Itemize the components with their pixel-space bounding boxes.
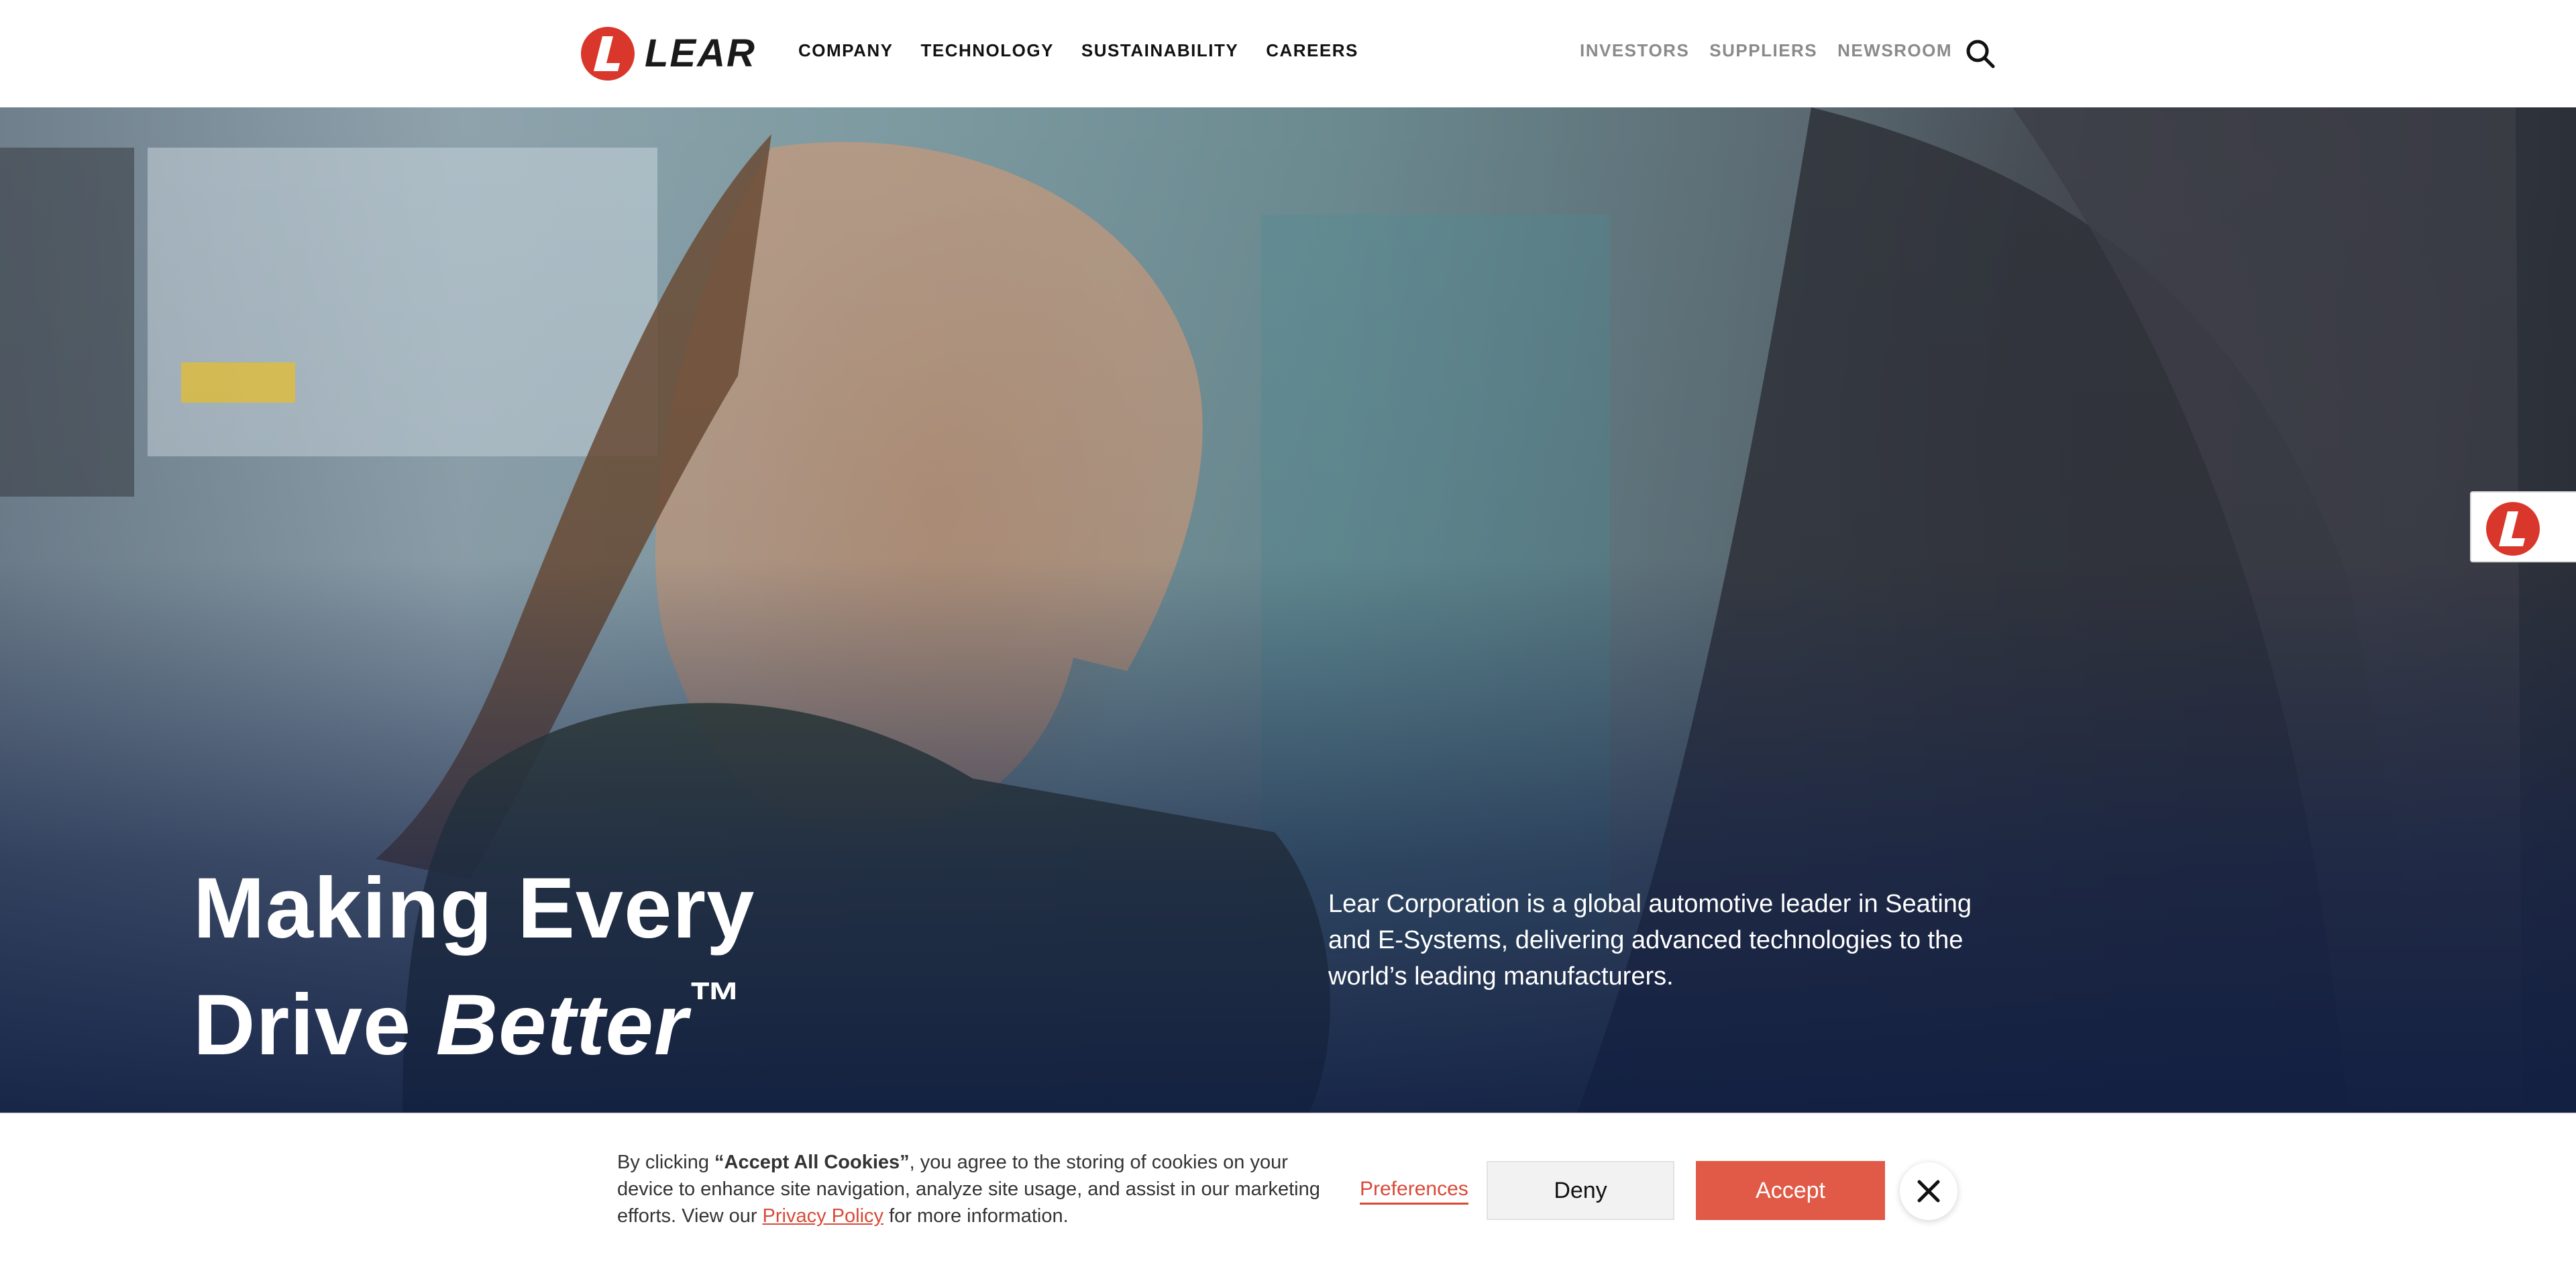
hero-title-line1: Making Every xyxy=(193,860,755,956)
nav-item-suppliers[interactable]: SUPPLIERS xyxy=(1709,40,1817,61)
preferences-link[interactable]: Preferences xyxy=(1360,1178,1468,1205)
hero-title-emphasis: Better xyxy=(435,977,688,1073)
utility-nav: INVESTORS SUPPLIERS NEWSROOM xyxy=(1580,40,1952,61)
hero-title: Making Every Drive Better™ xyxy=(193,862,755,1072)
cookie-message: By clicking “Accept All Cookies”, you ag… xyxy=(617,1149,1328,1229)
lear-badge-icon xyxy=(2486,502,2540,556)
search-icon xyxy=(1966,40,1995,68)
close-icon xyxy=(1917,1180,1940,1203)
lear-logo[interactable]: LEAR xyxy=(581,27,755,81)
cookie-text-bold: “Accept All Cookies” xyxy=(714,1152,910,1173)
cookie-text-end: for more information. xyxy=(883,1205,1069,1227)
cookie-consent-banner: By clicking “Accept All Cookies”, you ag… xyxy=(0,1113,2576,1263)
logo-wordmark: LEAR xyxy=(645,32,756,75)
deny-button[interactable]: Deny xyxy=(1487,1161,1674,1220)
side-floating-badge[interactable] xyxy=(2470,491,2576,562)
nav-item-sustainability[interactable]: SUSTAINABILITY xyxy=(1081,40,1238,61)
nav-item-investors[interactable]: INVESTORS xyxy=(1580,40,1689,61)
nav-item-newsroom[interactable]: NEWSROOM xyxy=(1837,40,1952,61)
site-header: LEAR COMPANY TECHNOLOGY SUSTAINABILITY C… xyxy=(0,0,2576,107)
search-button[interactable] xyxy=(1964,38,1996,70)
main-nav: COMPANY TECHNOLOGY SUSTAINABILITY CAREER… xyxy=(798,40,1358,61)
hero-title-line2-prefix: Drive xyxy=(193,977,436,1073)
nav-item-careers[interactable]: CAREERS xyxy=(1266,40,1358,61)
nav-item-technology[interactable]: TECHNOLOGY xyxy=(920,40,1053,61)
close-cookie-button[interactable] xyxy=(1900,1162,1957,1220)
cookie-text-before: By clicking xyxy=(617,1152,715,1173)
accept-button[interactable]: Accept xyxy=(1696,1161,1885,1220)
hero-banner: Making Every Drive Better™ Lear Corporat… xyxy=(0,107,2576,1114)
privacy-policy-link[interactable]: Privacy Policy xyxy=(763,1205,884,1227)
nav-item-company[interactable]: COMPANY xyxy=(798,40,893,61)
hero-description: Lear Corporation is a global automotive … xyxy=(1328,890,1972,991)
lear-logo-mark xyxy=(581,27,635,81)
trademark-symbol: ™ xyxy=(688,971,743,1031)
